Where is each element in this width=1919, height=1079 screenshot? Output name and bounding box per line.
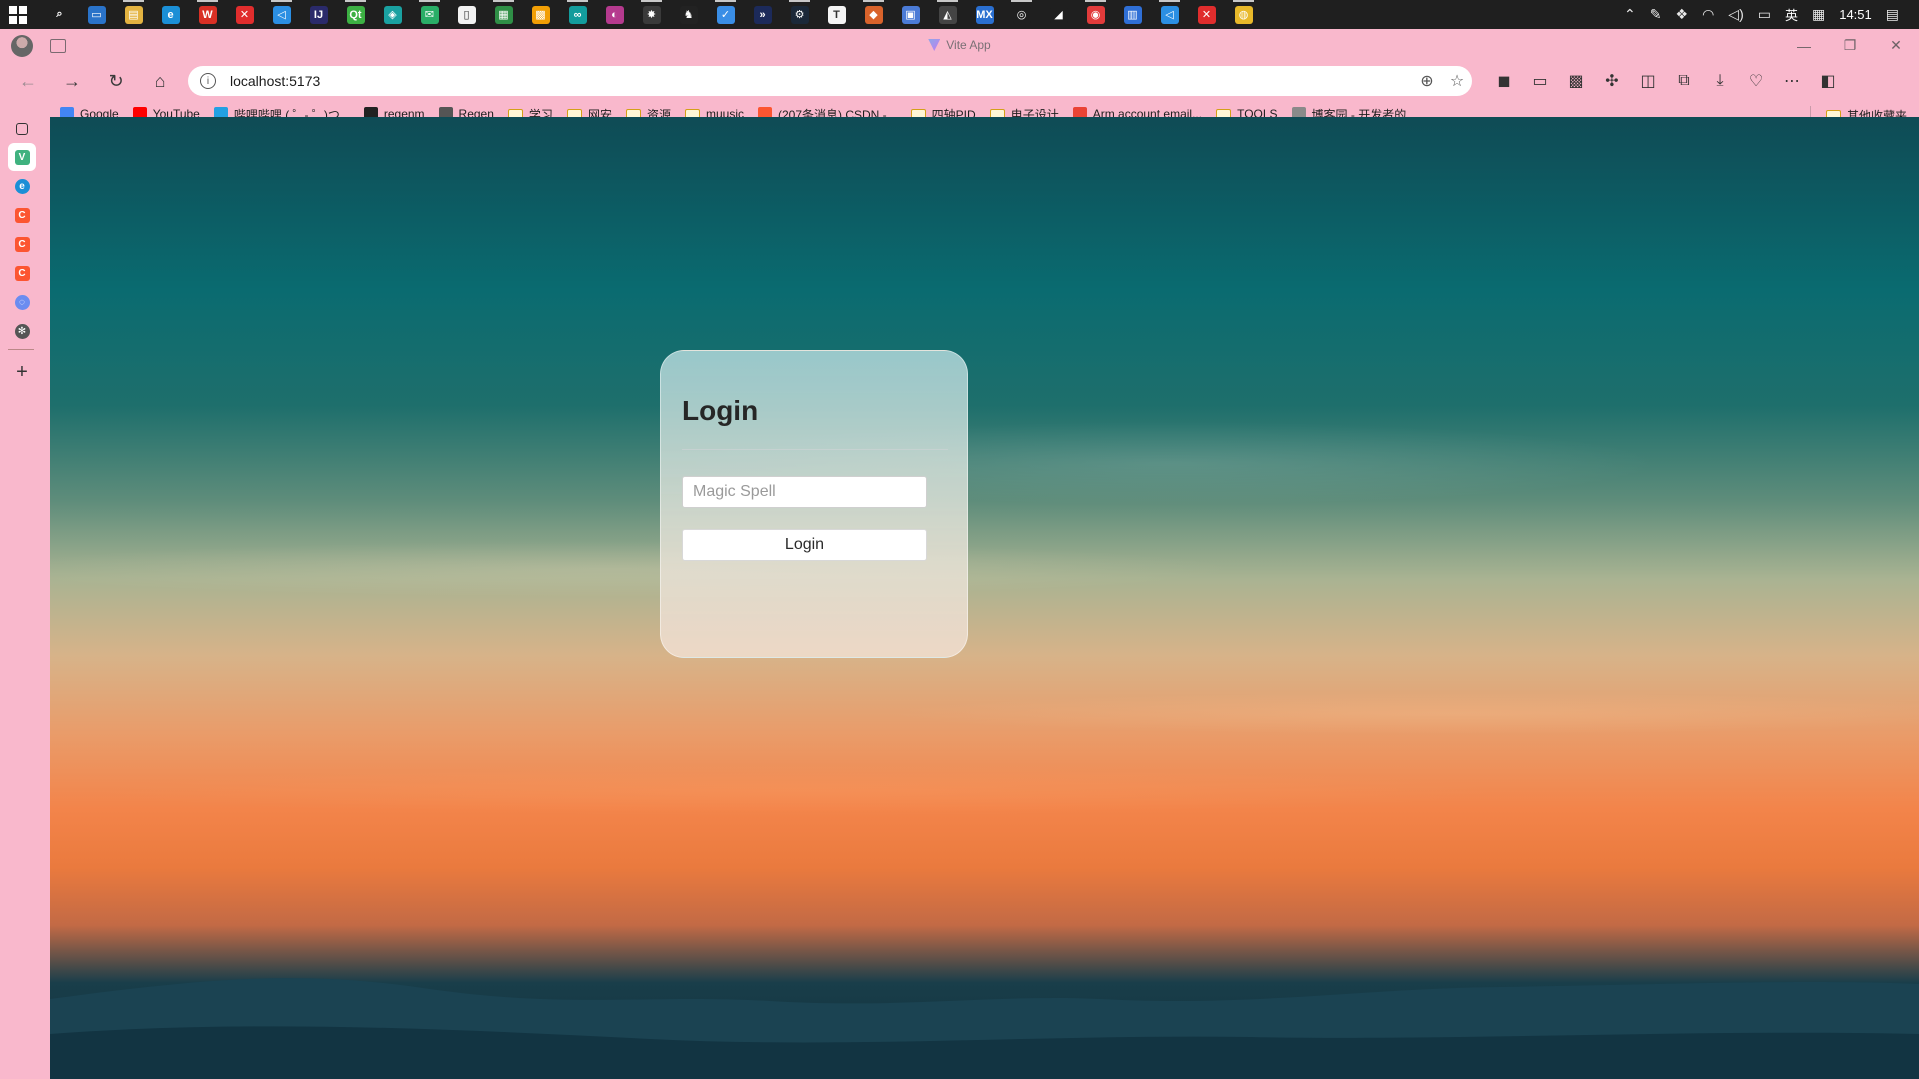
split-screen-icon[interactable]: ◫ bbox=[1630, 66, 1666, 96]
download-icon[interactable]: ⤓ bbox=[1702, 66, 1738, 96]
qt-icon[interactable]: Qt bbox=[337, 0, 374, 29]
search-icon[interactable]: ⌕ bbox=[41, 0, 78, 29]
chevron-up-icon[interactable]: ⌃ bbox=[1624, 6, 1636, 23]
vite-logo-icon bbox=[928, 39, 941, 51]
browser-titlebar: Vite App — ❐ ✕ bbox=[0, 29, 1919, 62]
windows-taskbar: ⌕ ▭ ▤ e W ✕ ◁ IJ Qt ◈ ✉ ▯ ▦ ▩ ∞ ◐ ✸ ♞ ✓» ⚙ T ◆ ▣ ◭ MX ◎ ◢ ◉ ▥ ◁ ✕ ◍ ⌃ ✎… bbox=[0, 0, 1919, 29]
qr-icon[interactable]: ▩ bbox=[1558, 66, 1594, 96]
sidebar-toggle-icon[interactable]: ◧ bbox=[1810, 66, 1846, 96]
forward-icon[interactable]: → bbox=[54, 65, 90, 97]
wechat-icon[interactable]: ✉ bbox=[411, 0, 448, 29]
pen-icon[interactable]: ✎ bbox=[1650, 6, 1662, 23]
notification-icon[interactable]: ▤ bbox=[1886, 6, 1899, 23]
collections-icon[interactable]: ⧉ bbox=[1666, 66, 1702, 96]
typora-icon[interactable]: T bbox=[818, 0, 855, 29]
intellij-icon[interactable]: IJ bbox=[300, 0, 337, 29]
title-divider bbox=[682, 449, 948, 450]
arduino-icon[interactable]: ∞ bbox=[559, 0, 596, 29]
ime-indicator[interactable]: 英 bbox=[1785, 5, 1798, 24]
wps-icon[interactable]: W bbox=[189, 0, 226, 29]
app-blue-icon[interactable]: ✓ bbox=[707, 0, 744, 29]
edge-icon[interactable]: e bbox=[152, 0, 189, 29]
keyboard-grid-icon[interactable]: ▦ bbox=[1812, 6, 1825, 23]
sidebar-item-openai-icon[interactable]: ✻ bbox=[8, 317, 36, 345]
notepad-icon[interactable]: ▯ bbox=[448, 0, 485, 29]
tab-actions-icon[interactable] bbox=[8, 115, 36, 143]
steam-icon[interactable]: ⚙ bbox=[781, 0, 818, 29]
app-dark-icon[interactable]: » bbox=[744, 0, 781, 29]
app-orange-icon[interactable]: ◈ bbox=[374, 0, 411, 29]
app-bw-icon[interactable]: ◭ bbox=[929, 0, 966, 29]
vscode2-icon[interactable]: ◁ bbox=[1151, 0, 1188, 29]
login-card: Login Login bbox=[660, 350, 968, 658]
wifi-icon[interactable]: ◠ bbox=[1702, 6, 1714, 23]
app-grid-icon[interactable]: ▩ bbox=[522, 0, 559, 29]
system-tray: ⌃ ✎ ❖ ◠ ◁) ▭ 英 ▦ 14:51 ▤ bbox=[1624, 5, 1919, 24]
sunset-background bbox=[50, 117, 1919, 1079]
site-info-icon[interactable]: i bbox=[200, 73, 216, 89]
magic-spell-input[interactable] bbox=[682, 476, 927, 508]
tab-title: Vite App bbox=[0, 38, 1919, 52]
xmind-icon[interactable]: ✕ bbox=[226, 0, 263, 29]
volume-icon[interactable]: ◁) bbox=[1728, 6, 1743, 23]
app-window-icon[interactable]: ▥ bbox=[1114, 0, 1151, 29]
extension-black-icon[interactable]: ◼ bbox=[1486, 66, 1522, 96]
sidebar-item-csdn-icon[interactable]: C bbox=[8, 230, 36, 258]
sidebar-item-app-blue-icon[interactable]: ◌ bbox=[8, 288, 36, 316]
favorite-star-icon[interactable]: ☆ bbox=[1442, 71, 1472, 91]
restore-icon[interactable]: ❐ bbox=[1827, 29, 1873, 62]
hills-silhouette bbox=[50, 978, 1919, 1079]
more-menu-icon[interactable]: ⋯ bbox=[1774, 66, 1810, 96]
app-orange2-icon[interactable]: ◢ bbox=[1040, 0, 1077, 29]
qq-icon[interactable]: ♞ bbox=[670, 0, 707, 29]
browser-sidebar: Ve C C C ◌ ✻ + bbox=[0, 108, 42, 1050]
add-sidebar-icon[interactable]: + bbox=[8, 358, 36, 386]
sidebar-item-csdn-icon[interactable]: C bbox=[8, 259, 36, 287]
zoom-icon[interactable]: ⊕ bbox=[1412, 71, 1442, 91]
page-viewport: Login Login bbox=[50, 117, 1919, 1079]
app-gray-icon[interactable]: ✸ bbox=[633, 0, 670, 29]
windows-start-icon[interactable] bbox=[9, 5, 27, 24]
sidebar-divider bbox=[8, 349, 34, 350]
close-icon[interactable]: ✕ bbox=[1873, 29, 1919, 62]
back-icon[interactable]: ← bbox=[10, 65, 46, 97]
sidebar-item-vue-icon[interactable]: V bbox=[8, 143, 36, 171]
window-controls: — ❐ ✕ bbox=[1781, 29, 1919, 62]
minimize-icon[interactable]: — bbox=[1781, 29, 1827, 62]
xmind2-icon[interactable]: ✕ bbox=[1188, 0, 1225, 29]
remote-icon[interactable]: ▣ bbox=[892, 0, 929, 29]
url-text[interactable]: localhost:5173 bbox=[230, 73, 1412, 89]
taskbar-apps: ⌕ ▭ ▤ e W ✕ ◁ IJ Qt ◈ ✉ ▯ ▦ ▩ ∞ ◐ ✸ ♞ ✓» ⚙ T ◆ ▣ ◭ MX ◎ ◢ ◉ ▥ ◁ ✕ ◍ bbox=[41, 0, 1262, 29]
netease-music-icon[interactable]: ◉ bbox=[1077, 0, 1114, 29]
vscode-icon[interactable]: ◁ bbox=[263, 0, 300, 29]
toolbar-icons: ◼ ▭ ▩ ✣ ◫ ⧉ ⤓ ♡ ⋯ ◧ bbox=[1486, 66, 1846, 96]
browser-essentials-icon[interactable]: ♡ bbox=[1738, 66, 1774, 96]
home-icon[interactable]: ⌂ bbox=[142, 65, 178, 97]
reader-icon[interactable]: ▭ bbox=[1522, 66, 1558, 96]
login-title: Login bbox=[682, 395, 759, 426]
refresh-icon[interactable]: ↻ bbox=[98, 65, 134, 97]
browser-toolbar: ← → ↻ ⌂ i localhost:5173 ⊕ ☆ ◼ ▭ ▩ ✣ ◫ ⧉… bbox=[0, 62, 1919, 100]
address-bar[interactable]: i localhost:5173 ⊕ ☆ bbox=[188, 66, 1472, 96]
cat-icon[interactable]: ❖ bbox=[1676, 6, 1689, 23]
mx-icon[interactable]: MX bbox=[966, 0, 1003, 29]
sidebar-item-csdn-icon[interactable]: C bbox=[8, 201, 36, 229]
tab-title-text: Vite App bbox=[946, 38, 991, 52]
desktop-icon[interactable]: ▭ bbox=[78, 0, 115, 29]
login-button[interactable]: Login bbox=[682, 529, 927, 561]
app-circle-icon[interactable]: ◎ bbox=[1003, 0, 1040, 29]
file-explorer-icon[interactable]: ▤ bbox=[115, 0, 152, 29]
sidebar-item-edge-icon[interactable]: e bbox=[8, 172, 36, 200]
excel-like-icon[interactable]: ▦ bbox=[485, 0, 522, 29]
clock-time[interactable]: 14:51 bbox=[1839, 7, 1872, 22]
battery-icon[interactable]: ▭ bbox=[1758, 6, 1771, 23]
shield-icon[interactable]: ◍ bbox=[1225, 0, 1262, 29]
extensions-icon[interactable]: ✣ bbox=[1594, 66, 1630, 96]
app-purple-icon[interactable]: ◐ bbox=[596, 0, 633, 29]
fox-icon[interactable]: ◆ bbox=[855, 0, 892, 29]
